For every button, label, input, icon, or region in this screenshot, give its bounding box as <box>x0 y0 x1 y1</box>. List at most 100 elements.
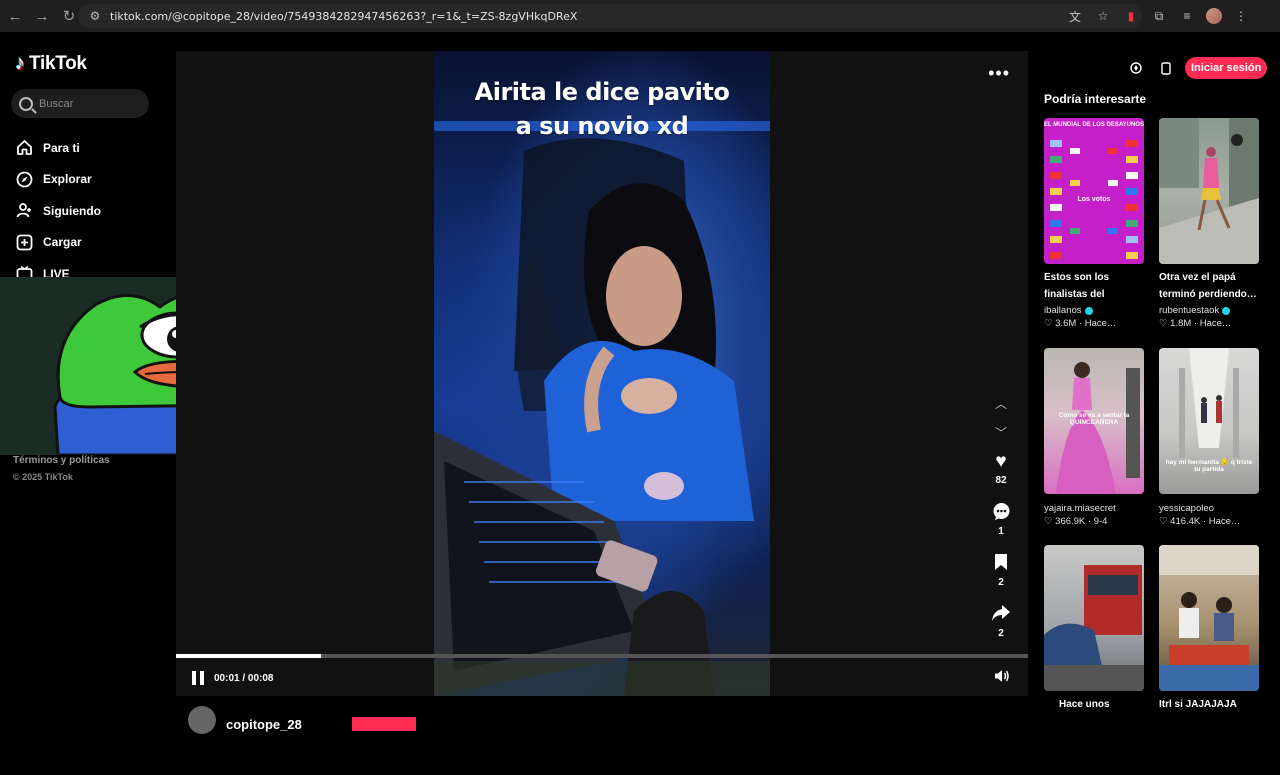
thumb-subtext: Los votos <box>1077 196 1111 203</box>
card-username[interactable]: rubentuestaok <box>1159 305 1219 316</box>
extension-red-icon[interactable]: ▮ <box>1122 7 1140 25</box>
video-scene <box>434 121 770 696</box>
comment-button[interactable]: 1 <box>986 502 1016 549</box>
card-thumbnail[interactable] <box>1159 545 1259 691</box>
sidebar-item-explorar[interactable]: Explorar <box>16 164 101 196</box>
comment-count: 1 <box>998 526 1004 537</box>
card-thumbnail[interactable]: hay mi hermanita 😔 q triste tu partida <box>1159 348 1259 494</box>
sidebar-item-label: Cargar <box>43 235 82 250</box>
recommend-grid: EL MUNDIAL DE LOS DESAYUNOS Los votos Es… <box>1044 118 1260 775</box>
card-stats: ♡ 3.6M · Hace… <box>1044 318 1117 329</box>
card-thumbnail[interactable] <box>1159 118 1259 264</box>
card-title[interactable]: Estos son los finalistas del mundi… <box>1044 270 1144 303</box>
card-stats: ♡ 366.9K · 9-4 <box>1044 516 1108 527</box>
verified-badge-icon <box>1084 306 1093 315</box>
card-user[interactable]: yessicapoleo <box>1159 503 1259 514</box>
sidebar-item-siguiendo[interactable]: Siguiendo <box>16 195 101 227</box>
like-button[interactable]: ♥ 82 <box>986 451 1016 498</box>
heart-icon: ♥ <box>995 451 1007 472</box>
media-control-icon[interactable]: ≡ <box>1178 7 1196 25</box>
card-user[interactable]: iballanos <box>1044 305 1144 316</box>
forward-icon[interactable]: → <box>30 4 54 28</box>
sidebar-item-label: Explorar <box>43 172 92 187</box>
verified-badge-icon <box>1222 306 1231 315</box>
recommend-card[interactable]: Cómo se va a sentar la QUINCEAÑERA yajai… <box>1044 348 1144 545</box>
copyright-text: © 2025 TikTok <box>13 472 73 482</box>
address-bar[interactable]: ⚙ tiktok.com/@copitope_28/video/75493842… <box>78 4 1142 28</box>
site-info-icon[interactable]: ⚙ <box>84 9 106 23</box>
share-button[interactable]: 2 <box>986 604 1016 651</box>
pause-button[interactable] <box>192 671 204 685</box>
video-controls: 00:01 / 00:08 <box>176 663 1028 693</box>
video-author-row: copitope_28 <box>188 706 416 734</box>
video-frame[interactable]: Airita le dice pavito a su novio xd <box>434 51 770 696</box>
card-stats: ♡ 416.4K · Hace… <box>1159 516 1241 527</box>
compass-icon <box>16 171 33 188</box>
back-icon[interactable]: ← <box>3 4 27 28</box>
card-stats: ♡ 1.8M · Hace… <box>1159 318 1232 329</box>
card-username[interactable]: yajaira.miasecret <box>1044 503 1116 514</box>
search-input[interactable] <box>39 97 139 110</box>
author-avatar[interactable] <box>188 706 216 734</box>
sidebar-item-label: Para ti <box>43 140 80 155</box>
thumb-text: hay mi hermanita 😔 q triste tu partida <box>1165 459 1253 473</box>
search-box[interactable] <box>11 89 149 118</box>
terms-link[interactable]: Términos y políticas <box>13 455 110 466</box>
card-username[interactable]: yessicapoleo <box>1159 503 1214 514</box>
home-icon <box>16 139 33 156</box>
translate-icon[interactable]: 文 <box>1066 7 1084 25</box>
volume-icon[interactable] <box>994 669 1010 687</box>
recommend-card[interactable]: hay mi hermanita 😔 q triste tu partida y… <box>1159 348 1259 545</box>
card-title[interactable]: Itrl si JAJAJAJA <box>1159 697 1259 714</box>
caption-line-1: Airita le dice pavito <box>474 78 730 106</box>
recommend-title: Podría interesarte <box>1044 92 1147 106</box>
video-player[interactable]: Airita le dice pavito a su novio xd ••• … <box>176 51 1028 696</box>
sidebar-item-para-ti[interactable]: Para ti <box>16 132 101 164</box>
video-time: 00:01 / 00:08 <box>214 672 274 684</box>
recommend-card[interactable]: Hace unos <box>1044 545 1144 775</box>
previous-video-icon[interactable]: ︿ <box>986 389 1016 418</box>
like-count: 82 <box>995 475 1007 486</box>
card-user[interactable]: rubentuestaok <box>1159 305 1259 316</box>
card-thumbnail[interactable]: EL MUNDIAL DE LOS DESAYUNOS Los votos <box>1044 118 1144 264</box>
search-icon <box>19 96 33 111</box>
save-button[interactable]: 2 <box>986 553 1016 600</box>
card-title[interactable]: Hace unos <box>1044 697 1144 714</box>
recommend-card[interactable]: Otra vez el papá terminó perdiendo… rube… <box>1159 118 1259 348</box>
card-user[interactable]: yajaira.miasecret <box>1044 503 1144 514</box>
sidebar-item-label: Siguiendo <box>43 203 101 218</box>
sidebar-item-cargar[interactable]: Cargar <box>16 227 101 259</box>
following-icon <box>16 202 33 219</box>
upload-icon <box>16 234 33 251</box>
video-progress-bar[interactable] <box>176 654 1028 658</box>
phone-icon[interactable] <box>1155 57 1177 79</box>
kebab-menu-icon[interactable]: ⋮ <box>1232 7 1250 25</box>
author-username[interactable]: copitope_28 <box>226 717 302 732</box>
recommend-card[interactable]: Itrl si JAJAJAJA <box>1159 545 1259 775</box>
bookmark-icon <box>994 553 1008 575</box>
tiktok-note-icon: ♪ <box>15 52 25 74</box>
bookmark-star-icon[interactable]: ☆ <box>1094 7 1112 25</box>
card-username[interactable]: iballanos <box>1044 305 1082 316</box>
url-text[interactable]: tiktok.com/@copitope_28/video/7549384282… <box>110 10 577 23</box>
header-actions: Iniciar sesión <box>1125 57 1268 79</box>
card-thumbnail[interactable] <box>1044 545 1144 691</box>
profile-avatar[interactable] <box>1206 8 1222 24</box>
video-caption: Airita le dice pavito a su novio xd <box>434 75 770 143</box>
login-button[interactable]: Iniciar sesión <box>1185 57 1268 79</box>
progress-fill <box>176 654 321 658</box>
card-title[interactable]: Otra vez el papá terminó perdiendo… <box>1159 270 1259 303</box>
sidebar-footer: Términos y políticas © 2025 TikTok <box>13 455 110 482</box>
share-count: 2 <box>998 628 1004 639</box>
coin-icon[interactable] <box>1125 57 1147 79</box>
logo-text: TikTok <box>29 52 87 74</box>
follow-button[interactable] <box>351 717 416 731</box>
tiktok-logo[interactable]: ♪ TikTok <box>15 52 87 75</box>
share-arrow-icon <box>991 604 1011 626</box>
card-thumbnail[interactable]: Cómo se va a sentar la QUINCEAÑERA <box>1044 348 1144 494</box>
video-actions: ︿ ﹀ ♥ 82 1 2 2 <box>986 389 1016 651</box>
extensions-icon[interactable]: ⧉ <box>1150 7 1168 25</box>
next-video-icon[interactable]: ﹀ <box>986 418 1016 447</box>
recommend-card[interactable]: EL MUNDIAL DE LOS DESAYUNOS Los votos Es… <box>1044 118 1144 348</box>
more-options-icon[interactable]: ••• <box>988 63 1010 84</box>
